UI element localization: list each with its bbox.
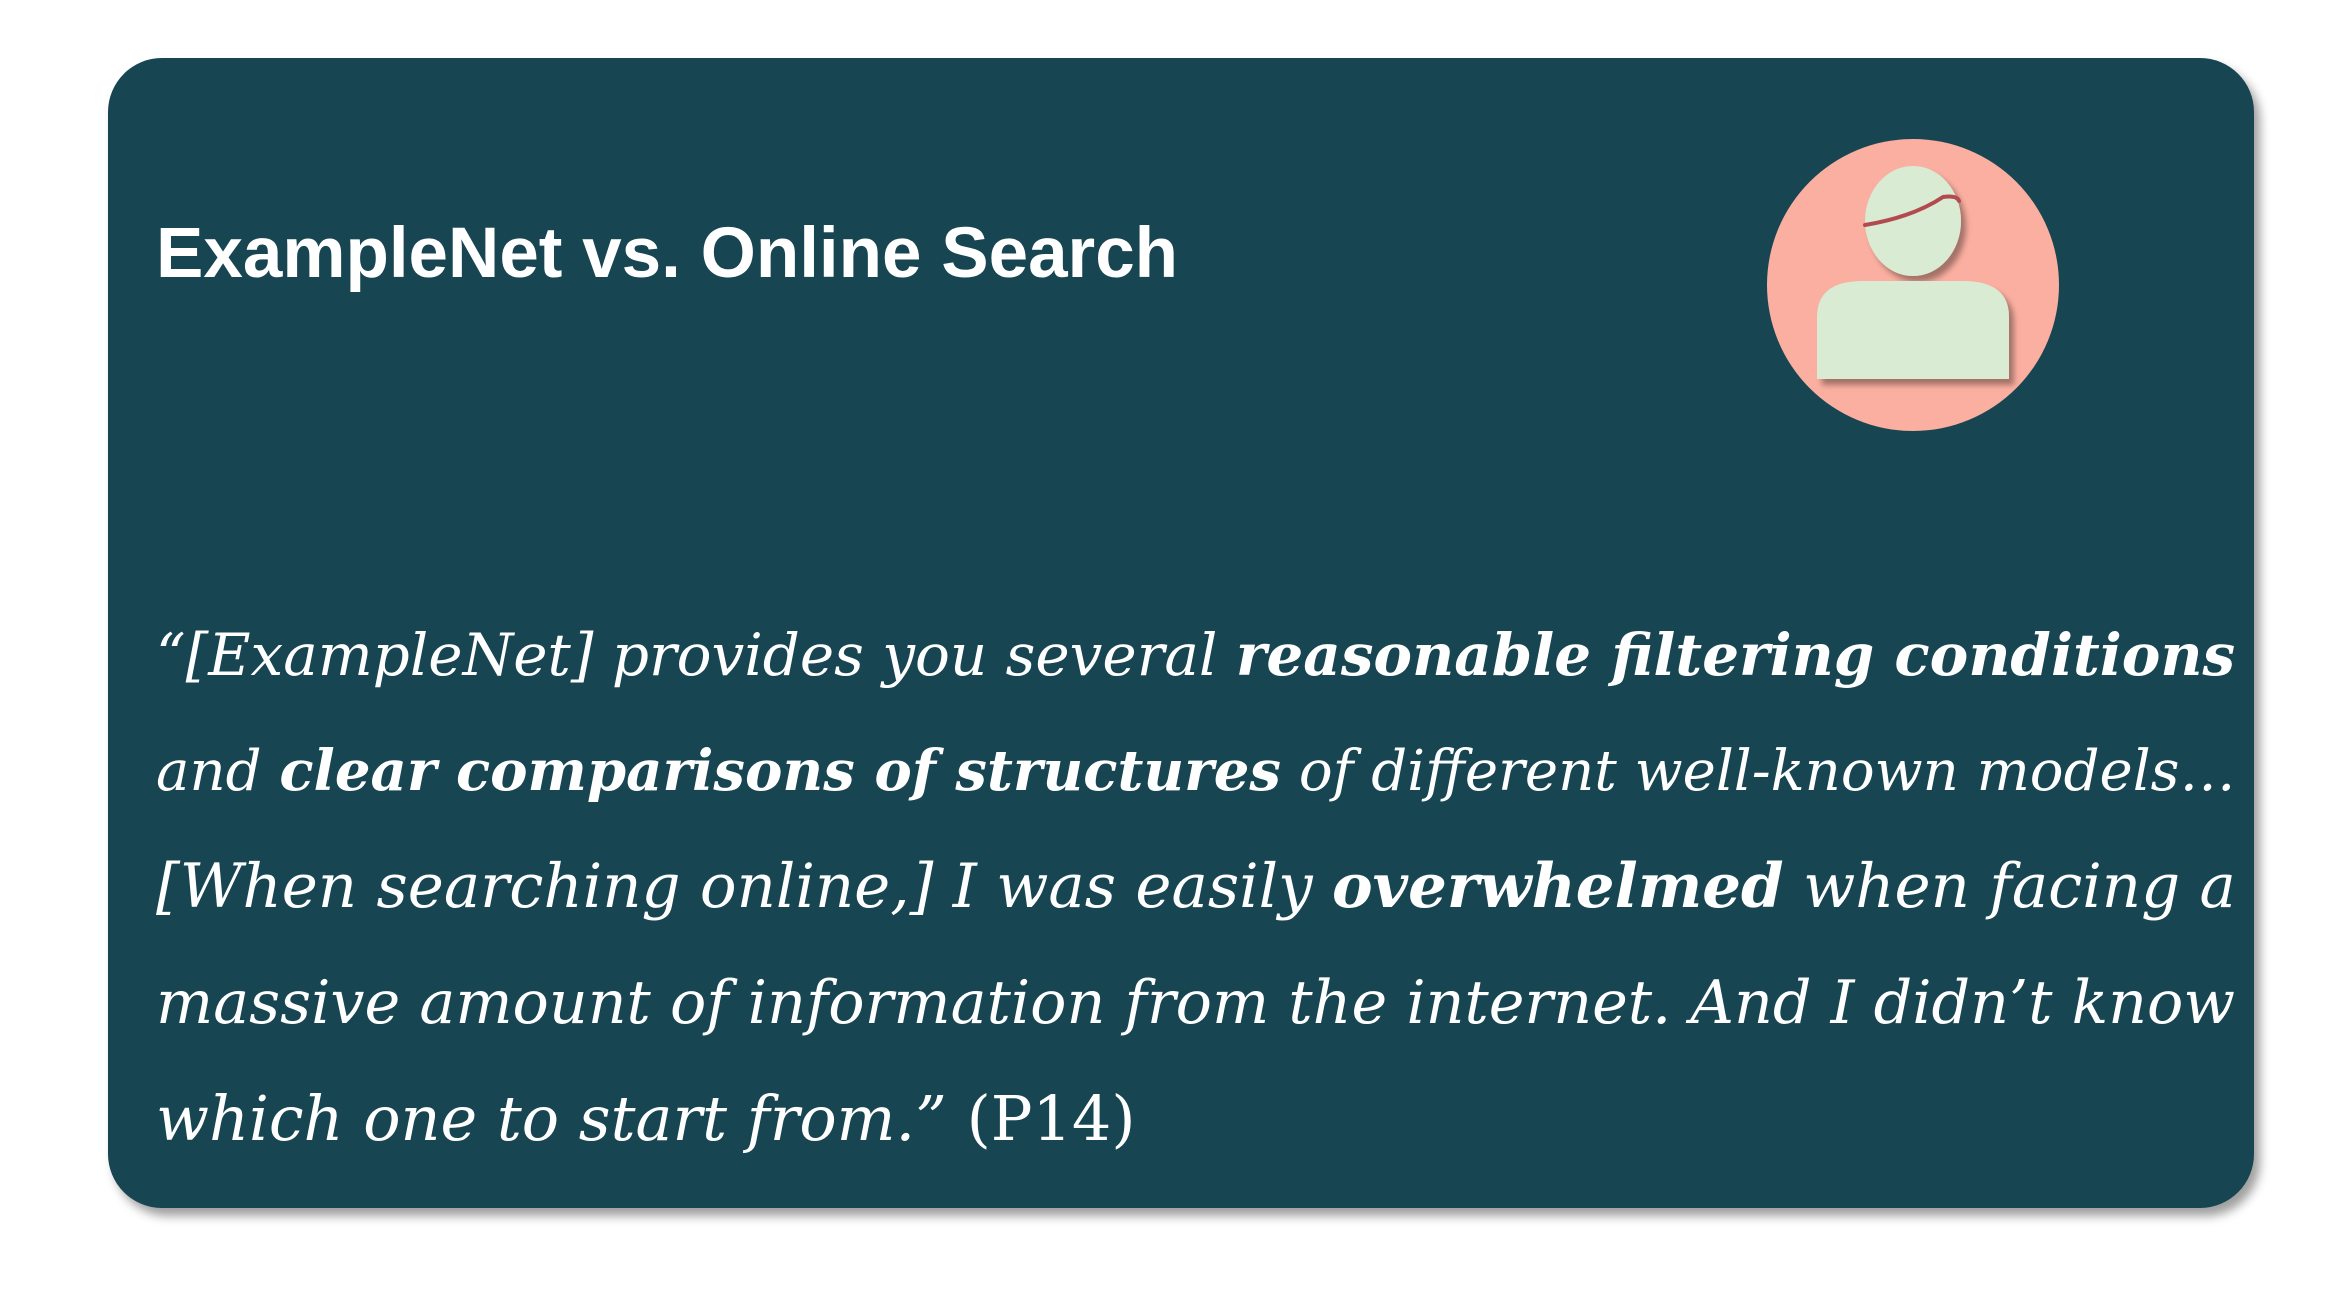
quote-text: [When searching online,] I was easily xyxy=(156,851,1332,922)
quote-text: when facing a xyxy=(1783,851,2236,922)
quote-emphasis: reasonable filtering conditions xyxy=(1235,621,2236,689)
quote-emphasis: overwhelmed xyxy=(1331,851,1784,922)
quote-line: massive amount of information from the i… xyxy=(156,945,2236,1061)
quote-line: [When searching online,] I was easily ov… xyxy=(156,829,2236,945)
quote-card: ExampleNet vs. Online Search “[ExampleNe… xyxy=(108,58,2254,1208)
quote-line: which one to start from.” (P14) xyxy=(156,1061,2236,1177)
quote-text: massive amount of information from the i… xyxy=(156,968,2235,1038)
quote-line: and clear comparisons of structures of d… xyxy=(156,713,2236,829)
quote-text: and xyxy=(156,739,280,804)
testimonial-quote: “[ExampleNet] provides you several reaso… xyxy=(156,597,2236,1177)
card-title: ExampleNet vs. Online Search xyxy=(156,214,1179,293)
quote-text: “[ExampleNet] provides you several xyxy=(156,621,1236,689)
user-avatar-icon xyxy=(1767,139,2059,431)
quote-emphasis: clear comparisons of structures xyxy=(279,738,1282,804)
quote-text: which one to start from.” xyxy=(156,1082,947,1155)
quote-text: of different well-known models… xyxy=(1281,739,2236,804)
quote-attribution: (P14) xyxy=(946,1082,1136,1155)
quote-line: “[ExampleNet] provides you several reaso… xyxy=(156,597,2236,713)
